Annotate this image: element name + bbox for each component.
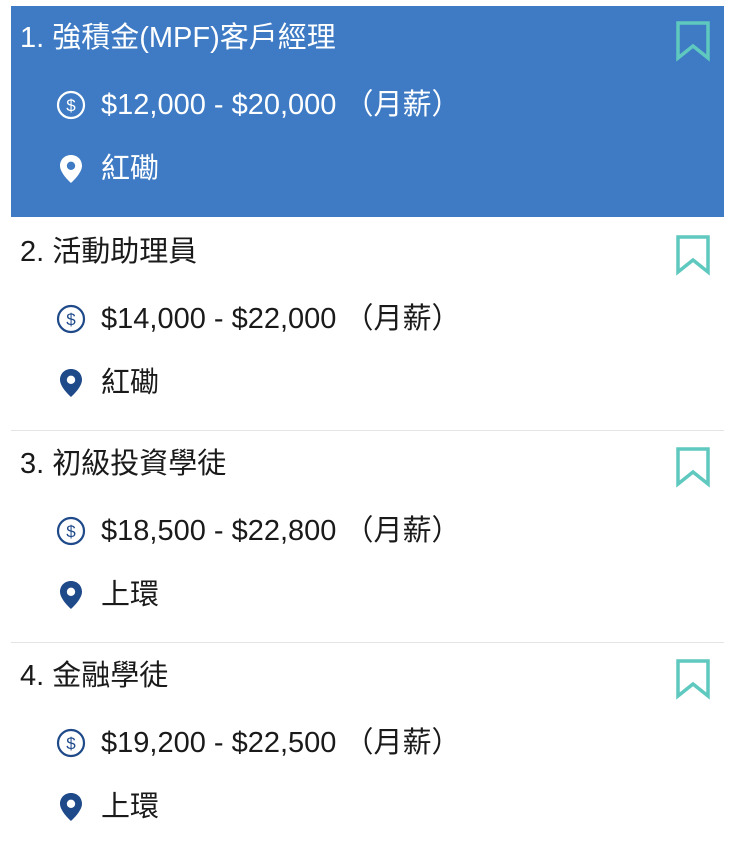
job-title[interactable]: 2. 活動助理員	[20, 234, 197, 270]
location-text: 上環	[101, 579, 160, 611]
dollar-circle-icon: $	[55, 303, 87, 335]
svg-text:$: $	[66, 310, 76, 329]
map-pin-icon	[55, 579, 87, 611]
bookmark-icon[interactable]	[675, 446, 711, 488]
location-text: 紅磡	[101, 153, 160, 185]
job-title[interactable]: 3. 初級投資學徒	[20, 446, 226, 482]
job-card-4[interactable]: 4. 金融學徒 $ $19,200 - $22,500 （月薪） 上環	[11, 644, 724, 855]
salary-row: $ $19,200 - $22,500 （月薪）	[55, 725, 460, 761]
job-card-3[interactable]: 3. 初級投資學徒 $ $18,500 - $22,800 （月薪） 上環	[11, 432, 724, 643]
location-row: 上環	[55, 789, 159, 825]
dollar-circle-icon: $	[55, 515, 87, 547]
dollar-circle-icon: $	[55, 727, 87, 759]
bookmark-icon[interactable]	[675, 658, 711, 700]
job-title[interactable]: 4. 金融學徒	[20, 658, 168, 694]
svg-text:$: $	[66, 734, 76, 753]
salary-text: $12,000 - $20,000 （月薪）	[101, 89, 461, 121]
svg-text:$: $	[66, 96, 76, 115]
location-row: 上環	[55, 577, 159, 613]
bookmark-icon[interactable]	[675, 234, 711, 276]
bookmark-icon[interactable]	[675, 20, 711, 62]
location-text: 上環	[101, 791, 160, 823]
divider	[11, 430, 724, 431]
dollar-circle-icon: $	[55, 89, 87, 121]
job-title[interactable]: 1. 強積金(MPF)客戶經理	[20, 20, 336, 56]
location-row: 紅磡	[55, 365, 159, 401]
job-list: 1. 強積金(MPF)客戶經理 $ $12,000 - $20,000 （月薪）…	[0, 0, 756, 850]
job-card-2[interactable]: 2. 活動助理員 $ $14,000 - $22,000 （月薪） 紅磡	[11, 220, 724, 431]
salary-text: $18,500 - $22,800 （月薪）	[101, 515, 461, 547]
map-pin-icon	[55, 791, 87, 823]
location-text: 紅磡	[101, 367, 160, 399]
salary-text: $19,200 - $22,500 （月薪）	[101, 727, 461, 759]
location-row: 紅磡	[55, 151, 159, 187]
divider	[11, 642, 724, 643]
map-pin-icon	[55, 153, 87, 185]
salary-text: $14,000 - $22,000 （月薪）	[101, 303, 461, 335]
svg-text:$: $	[66, 522, 76, 541]
salary-row: $ $18,500 - $22,800 （月薪）	[55, 513, 460, 549]
map-pin-icon	[55, 367, 87, 399]
salary-row: $ $14,000 - $22,000 （月薪）	[55, 301, 460, 337]
salary-row: $ $12,000 - $20,000 （月薪）	[55, 87, 460, 123]
job-card-1[interactable]: 1. 強積金(MPF)客戶經理 $ $12,000 - $20,000 （月薪）…	[11, 6, 724, 217]
